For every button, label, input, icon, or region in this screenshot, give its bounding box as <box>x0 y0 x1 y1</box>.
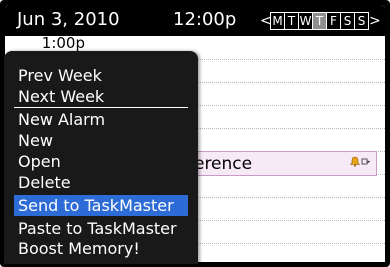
next-day-arrow-icon[interactable]: > <box>369 12 381 30</box>
menu-item-paste-to-taskmaster[interactable]: Paste to TaskMaster <box>14 218 188 239</box>
menu-item-next-week[interactable]: Next Week <box>14 86 188 107</box>
current-date: Jun 3, 2010 <box>17 9 120 30</box>
day-monday[interactable]: M <box>271 13 285 29</box>
recurrence-icon <box>361 158 370 165</box>
menu-item-prev-week[interactable]: Prev Week <box>14 65 188 86</box>
menu-item-delete[interactable]: Delete <box>14 172 188 193</box>
day-tuesday[interactable]: T <box>285 13 299 29</box>
day-saturday[interactable]: S <box>341 13 355 29</box>
calendar-event[interactable]: ference <box>177 151 377 176</box>
menu-item-send-to-taskmaster[interactable]: Send to TaskMaster <box>14 195 188 216</box>
menu-item-new-alarm[interactable]: New Alarm <box>14 109 188 130</box>
device-frame: Jun 3, 2010 12:00p < M T W T F S S > 1:0… <box>0 0 390 267</box>
menu-separator <box>14 107 188 108</box>
context-menu: Prev Week Next Week New Alarm New Open D… <box>4 51 198 264</box>
day-sunday[interactable]: S <box>355 13 368 29</box>
week-day-strip: < M T W T F S S > <box>260 12 381 30</box>
menu-item-open[interactable]: Open <box>14 151 188 172</box>
day-friday[interactable]: F <box>327 13 341 29</box>
menu-item-boost-memory[interactable]: Boost Memory! <box>14 238 188 259</box>
week-days: M T W T F S S <box>270 12 369 30</box>
event-icons <box>350 156 370 167</box>
day-wednesday[interactable]: W <box>299 13 313 29</box>
time-label: 1:00p <box>11 36 85 52</box>
prev-day-arrow-icon[interactable]: < <box>260 12 272 30</box>
current-time: 12:00p <box>173 9 237 30</box>
day-thursday[interactable]: T <box>313 13 327 29</box>
alarm-bell-icon <box>350 156 360 167</box>
calendar-header: Jun 3, 2010 12:00p < M T W T F S S > <box>5 5 385 36</box>
menu-item-new[interactable]: New <box>14 130 188 151</box>
